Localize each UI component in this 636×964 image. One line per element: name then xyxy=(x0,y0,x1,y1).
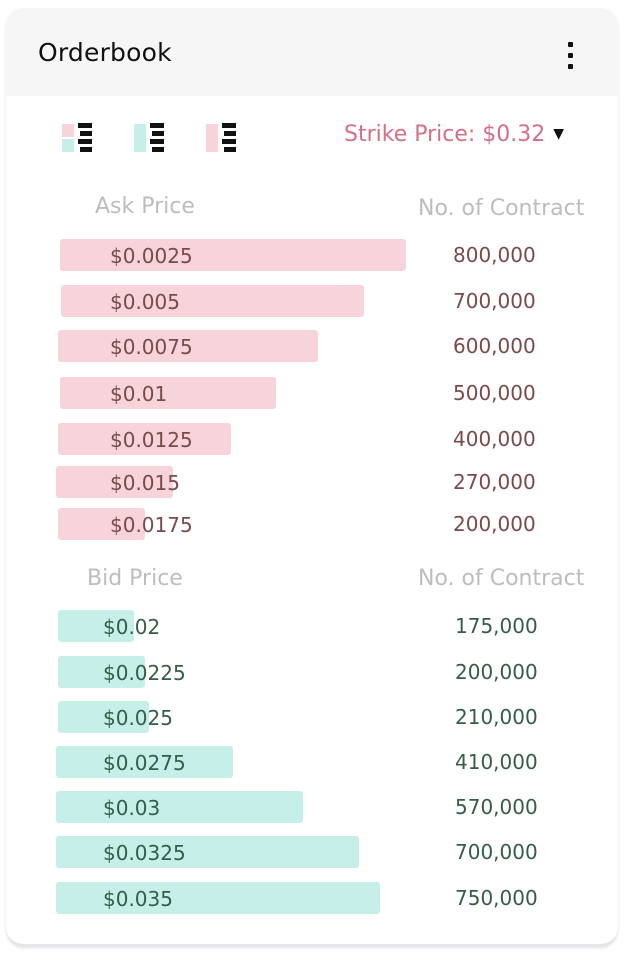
ask-price-cell[interactable]: $0.0175 xyxy=(110,513,193,537)
strike-price-label: Strike Price: $0.32 xyxy=(344,122,546,147)
bid-depth-bar xyxy=(56,836,359,868)
ask-qty-header: No. of Contract xyxy=(418,196,585,221)
ask-price-cell[interactable]: $0.005 xyxy=(110,290,180,314)
bid-qty-cell: 175,000 xyxy=(455,614,538,638)
bid-qty-cell: 570,000 xyxy=(455,795,538,819)
asks-only-view-icon[interactable] xyxy=(206,122,240,154)
ask-qty-cell: 270,000 xyxy=(453,470,536,494)
ask-qty-cell: 400,000 xyxy=(453,427,536,451)
bid-price-cell[interactable]: $0.035 xyxy=(103,887,173,911)
ask-depth-bar xyxy=(60,377,276,409)
ask-price-cell[interactable]: $0.015 xyxy=(110,471,180,495)
orderbook-title: Orderbook xyxy=(38,38,172,67)
both-sides-view-icon[interactable] xyxy=(62,122,96,154)
orderbook-card: Orderbook Strike Price: $0.32 ▼ Ask Pric… xyxy=(6,8,618,946)
bid-qty-cell: 200,000 xyxy=(455,660,538,684)
bid-price-cell[interactable]: $0.0275 xyxy=(103,751,186,775)
bid-price-cell[interactable]: $0.02 xyxy=(103,615,160,639)
ask-qty-cell: 600,000 xyxy=(453,334,536,358)
kebab-menu-icon[interactable] xyxy=(562,40,578,72)
bid-qty-cell: 410,000 xyxy=(455,750,538,774)
ask-price-cell[interactable]: $0.0125 xyxy=(110,428,193,452)
ask-depth-bar xyxy=(61,285,364,317)
card-header: Orderbook xyxy=(6,8,618,96)
ask-qty-cell: 500,000 xyxy=(453,381,536,405)
ask-qty-cell: 700,000 xyxy=(453,289,536,313)
ask-price-cell[interactable]: $0.0025 xyxy=(110,244,193,268)
strike-price-dropdown[interactable]: Strike Price: $0.32 ▼ xyxy=(344,122,564,147)
ask-price-cell[interactable]: $0.0075 xyxy=(110,335,193,359)
chevron-down-icon: ▼ xyxy=(553,126,565,142)
ask-price-header: Ask Price xyxy=(95,194,195,219)
bid-depth-bar xyxy=(56,791,303,823)
ask-qty-cell: 800,000 xyxy=(453,243,536,267)
bid-qty-header: No. of Contract xyxy=(418,566,585,591)
bid-qty-cell: 750,000 xyxy=(455,886,538,910)
bids-only-view-icon[interactable] xyxy=(134,122,168,154)
bid-price-cell[interactable]: $0.0325 xyxy=(103,841,186,865)
bid-price-cell[interactable]: $0.0225 xyxy=(103,661,186,685)
bid-price-cell[interactable]: $0.03 xyxy=(103,796,160,820)
bid-qty-cell: 700,000 xyxy=(455,840,538,864)
bid-price-cell[interactable]: $0.025 xyxy=(103,706,173,730)
bid-price-header: Bid Price xyxy=(87,566,183,591)
ask-price-cell[interactable]: $0.01 xyxy=(110,382,167,406)
ask-qty-cell: 200,000 xyxy=(453,512,536,536)
bid-qty-cell: 210,000 xyxy=(455,705,538,729)
